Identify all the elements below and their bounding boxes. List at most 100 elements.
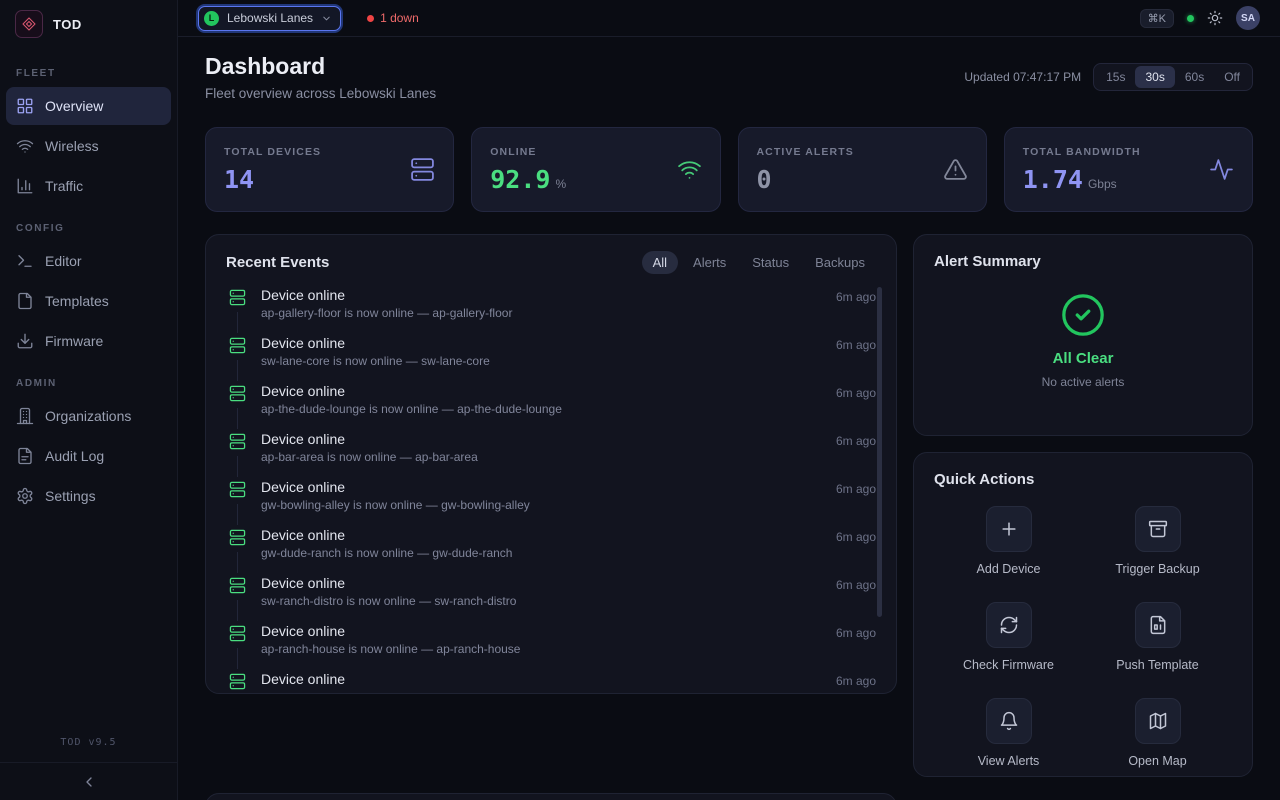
sidebar-item-organizations[interactable]: Organizations <box>6 397 171 435</box>
server-icon <box>226 335 248 354</box>
event-detail: sw-ranch-distro is now online — sw-ranch… <box>261 594 516 608</box>
stat-card-total-devices: TOTAL DEVICES 14 <box>205 127 454 212</box>
open-map-button[interactable]: Open Map <box>1083 698 1232 768</box>
user-avatar[interactable]: SA <box>1236 6 1260 30</box>
tab-status[interactable]: Status <box>741 251 800 274</box>
map-icon <box>1135 698 1181 744</box>
event-title: Device online <box>261 575 516 591</box>
event-time: 6m ago <box>836 383 876 400</box>
sidebar-item-editor[interactable]: Editor <box>6 242 171 280</box>
event-row[interactable]: Device online 6m ago <box>226 662 876 694</box>
tab-alerts[interactable]: Alerts <box>682 251 737 274</box>
event-detail: ap-gallery-floor is now online — ap-gall… <box>261 306 512 320</box>
sidebar-item-templates[interactable]: Templates <box>6 282 171 320</box>
sidebar-item-label: Settings <box>45 488 96 504</box>
event-time: 6m ago <box>836 479 876 496</box>
events-filter-tabs: All Alerts Status Backups <box>642 251 876 274</box>
sidebar-item-traffic[interactable]: Traffic <box>6 167 171 205</box>
sidebar-collapse-button[interactable] <box>0 762 177 800</box>
sidebar-item-label: Audit Log <box>45 448 104 464</box>
file-icon <box>16 292 34 310</box>
sidebar-item-settings[interactable]: Settings <box>6 477 171 515</box>
page-title: Dashboard <box>205 53 436 80</box>
stat-value: 0 <box>757 165 772 194</box>
app-logo-icon <box>15 10 43 38</box>
command-palette-shortcut[interactable]: ⌘K <box>1140 9 1174 28</box>
event-time: 6m ago <box>836 527 876 544</box>
main-area: L Lebowski Lanes 1 down ⌘K SA Dashboard … <box>178 0 1280 800</box>
event-row[interactable]: Device online gw-bowling-alley is now onl… <box>226 470 876 518</box>
refresh-option-60s[interactable]: 60s <box>1175 66 1214 88</box>
refresh-option-off[interactable]: Off <box>1214 66 1250 88</box>
alert-detail: No active alerts <box>1042 375 1125 389</box>
down-dot-icon <box>367 15 374 22</box>
alert-summary-title: Alert Summary <box>934 253 1232 270</box>
sidebar-item-label: Templates <box>45 293 109 309</box>
refresh-option-30s[interactable]: 30s <box>1135 66 1174 88</box>
refresh-icon <box>986 602 1032 648</box>
event-time: 6m ago <box>836 287 876 304</box>
stat-label: ONLINE <box>490 146 566 158</box>
push-template-button[interactable]: Push Template <box>1083 602 1232 672</box>
connection-status-dot <box>1187 15 1194 22</box>
nav-section-admin: ADMIN <box>6 362 171 397</box>
gear-icon <box>16 487 34 505</box>
stat-card-total-bandwidth: TOTAL BANDWIDTH 1.74 Gbps <box>1004 127 1253 212</box>
file-text-icon <box>16 447 34 465</box>
stat-value: 14 <box>224 165 254 194</box>
terminal-icon <box>16 252 34 270</box>
server-icon <box>226 527 248 546</box>
bar-chart-icon <box>16 177 34 195</box>
event-row[interactable]: Device online gw-dude-ranch is now online… <box>226 518 876 566</box>
sidebar-item-audit-log[interactable]: Audit Log <box>6 437 171 475</box>
event-time: 6m ago <box>836 335 876 352</box>
server-icon <box>226 479 248 498</box>
view-alerts-button[interactable]: View Alerts <box>934 698 1083 768</box>
wifi-icon <box>16 137 34 155</box>
org-avatar: L <box>204 11 219 26</box>
server-icon <box>226 431 248 450</box>
event-detail: ap-bar-area is now online — ap-bar-area <box>261 450 478 464</box>
sidebar-item-label: Organizations <box>45 408 131 424</box>
event-row[interactable]: Device online sw-ranch-distro is now onli… <box>226 566 876 614</box>
stat-card-active-alerts: ACTIVE ALERTS 0 <box>738 127 987 212</box>
event-row[interactable]: Device onlineap-the-dude-lounge is now o… <box>226 374 876 422</box>
archive-icon <box>1135 506 1181 552</box>
activity-icon <box>1209 157 1234 182</box>
sidebar-item-firmware[interactable]: Firmware <box>6 322 171 360</box>
event-title: Device online <box>261 479 530 495</box>
sidebar-item-label: Wireless <box>45 138 99 154</box>
event-title: Device online <box>261 527 512 543</box>
file-digit-icon <box>1135 602 1181 648</box>
tab-all[interactable]: All <box>642 251 678 274</box>
check-firmware-button[interactable]: Check Firmware <box>934 602 1083 672</box>
refresh-interval-control: 15s 30s 60s Off <box>1093 63 1253 91</box>
partial-panel <box>205 793 897 800</box>
refresh-option-15s[interactable]: 15s <box>1096 66 1135 88</box>
org-selector-dropdown[interactable]: L Lebowski Lanes <box>198 6 341 31</box>
stats-row: TOTAL DEVICES 14 ONLINE 92.9 % <box>205 127 1253 212</box>
trigger-backup-button[interactable]: Trigger Backup <box>1083 506 1232 576</box>
theme-toggle-button[interactable] <box>1207 10 1223 26</box>
sidebar-item-wireless[interactable]: Wireless <box>6 127 171 165</box>
event-detail: ap-ranch-house is now online — ap-ranch-… <box>261 642 520 656</box>
event-detail: gw-dude-ranch is now online — gw-dude-ra… <box>261 546 512 560</box>
alert-headline: All Clear <box>1053 350 1114 367</box>
events-scrollbar[interactable] <box>877 287 882 617</box>
event-detail: gw-bowling-alley is now online — gw-bowl… <box>261 498 530 512</box>
event-row[interactable]: Device onlineap-bar-area is now online —… <box>226 422 876 470</box>
tab-backups[interactable]: Backups <box>804 251 876 274</box>
add-device-button[interactable]: Add Device <box>934 506 1083 576</box>
event-row[interactable]: Device onlineap-ranch-house is now onlin… <box>226 614 876 662</box>
server-icon <box>226 575 248 594</box>
chevron-left-icon <box>81 774 97 790</box>
event-time: 6m ago <box>836 431 876 448</box>
event-title: Device online <box>261 335 490 351</box>
alert-triangle-icon <box>943 157 968 182</box>
check-circle-icon <box>1060 292 1106 338</box>
event-row[interactable]: Device onlineap-gallery-floor is now onl… <box>226 278 876 326</box>
sidebar-item-overview[interactable]: Overview <box>6 87 171 125</box>
stat-unit: % <box>555 177 566 191</box>
event-row[interactable]: Device onlinesw-lane-core is now online … <box>226 326 876 374</box>
server-icon <box>226 383 248 402</box>
